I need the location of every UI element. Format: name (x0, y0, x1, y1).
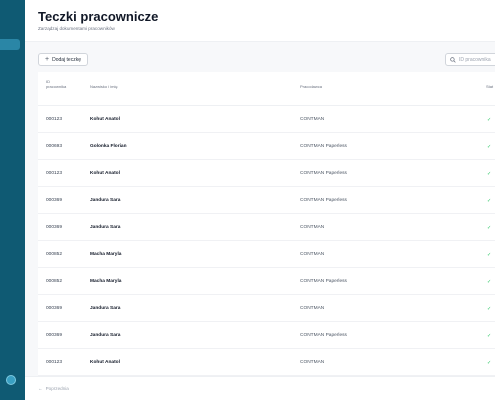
sidebar-toggle-handle[interactable] (6, 375, 16, 385)
employee-name-cell: Kohut Anatol (90, 171, 120, 176)
status-check-icon: ✓ (487, 170, 492, 177)
page-title: Teczki pracownicze (38, 9, 159, 24)
page-subtitle: Zarządzaj dokumentami pracowników (38, 26, 115, 31)
table-row[interactable]: 000369 Jandura Sara CONTMAN ✓ (38, 295, 495, 322)
employee-id-cell: 000123 (46, 360, 63, 365)
employer-cell: CONTMAN Paperless (300, 198, 347, 203)
employer-cell: CONTMAN (300, 252, 325, 257)
table-row[interactable]: 000693 Golonka Florian CONTMAN Paperless ✓ (38, 133, 495, 160)
main-panel: Teczki pracownicze Zarządzaj dokumentami… (25, 0, 495, 400)
table-row[interactable]: 000369 Jandura Sara CONTMAN Paperless ✓ (38, 187, 495, 214)
employer-cell: CONTMAN Paperless (300, 279, 347, 284)
table-row[interactable]: 000852 Macha Maryla CONTMAN Paperless ✓ (38, 268, 495, 295)
sidebar-item-active[interactable] (0, 39, 20, 50)
employee-id-cell: 000369 (46, 225, 63, 230)
employee-name-cell: Jandura Sara (90, 306, 121, 311)
page-header: Teczki pracownicze Zarządzaj dokumentami… (25, 0, 495, 42)
arrow-left-icon: ← (38, 386, 43, 391)
employer-cell: CONTMAN (300, 225, 325, 230)
employee-id-cell: 000369 (46, 198, 63, 203)
employee-id-cell: 000369 (46, 333, 63, 338)
employee-name-cell: Macha Maryla (90, 252, 122, 257)
add-folder-button[interactable]: + Dodaj teczkę (38, 53, 88, 66)
column-header-status[interactable]: Stat (486, 84, 493, 89)
search-input[interactable] (459, 56, 495, 63)
employee-name-cell: Macha Maryla (90, 279, 122, 284)
employee-name-cell: Jandura Sara (90, 333, 121, 338)
status-check-icon: ✓ (487, 305, 492, 312)
employer-cell: CONTMAN Paperless (300, 333, 347, 338)
status-check-icon: ✓ (487, 332, 492, 339)
pagination: ← Poprzednia (25, 376, 495, 400)
content-area: + Dodaj teczkę ID pracownika Nazwisko i … (25, 42, 495, 376)
table-row[interactable]: 000369 Jandura Sara CONTMAN Paperless ✓ (38, 322, 495, 349)
employee-id-cell: 000693 (46, 144, 63, 149)
column-header-name[interactable]: Nazwisko i imię (90, 84, 118, 89)
table-header: ID pracownika Nazwisko i imię Pracodawca… (38, 72, 495, 106)
sidebar (0, 0, 25, 400)
employer-cell: CONTMAN Paperless (300, 144, 347, 149)
employee-id-cell: 000852 (46, 252, 63, 257)
previous-page-button[interactable]: ← Poprzednia (38, 386, 69, 391)
employee-id-cell: 000123 (46, 117, 63, 122)
employee-id-cell: 000369 (46, 306, 63, 311)
column-header-employer[interactable]: Pracodawca (300, 84, 322, 89)
employee-name-cell: Jandura Sara (90, 225, 121, 230)
status-check-icon: ✓ (487, 251, 492, 258)
employer-cell: CONTMAN (300, 360, 325, 365)
employee-name-cell: Kohut Anatol (90, 117, 120, 122)
column-header-id-line2: pracownika (46, 84, 67, 89)
status-check-icon: ✓ (487, 278, 492, 285)
table-row[interactable]: 000123 Kohut Anatol CONTMAN Paperless ✓ (38, 160, 495, 187)
employee-name-cell: Golonka Florian (90, 144, 127, 149)
employer-cell: CONTMAN (300, 117, 325, 122)
add-folder-label: Dodaj teczkę (52, 56, 81, 63)
search-icon (450, 56, 456, 63)
table-row[interactable]: 000123 Kohut Anatol CONTMAN ✓ (38, 106, 495, 133)
table-row[interactable]: 000852 Macha Maryla CONTMAN ✓ (38, 241, 495, 268)
employee-id-cell: 000852 (46, 279, 63, 284)
status-check-icon: ✓ (487, 224, 492, 231)
status-check-icon: ✓ (487, 143, 492, 150)
employee-folders-table: ID pracownika Nazwisko i imię Pracodawca… (38, 72, 495, 376)
employee-id-cell: 000123 (46, 171, 63, 176)
employee-name-cell: Jandura Sara (90, 198, 121, 203)
table-body: 000123 Kohut Anatol CONTMAN ✓ 000693 Golonka … (38, 106, 495, 376)
status-check-icon: ✓ (487, 116, 492, 123)
status-check-icon: ✓ (487, 359, 492, 366)
status-check-icon: ✓ (487, 197, 492, 204)
search-box[interactable] (445, 53, 495, 66)
employer-cell: CONTMAN (300, 306, 325, 311)
column-header-id[interactable]: ID pracownika (46, 79, 66, 89)
employee-name-cell: Kohut Anatol (90, 360, 120, 365)
table-row[interactable]: 000123 Kohut Anatol CONTMAN ✓ (38, 349, 495, 376)
table-row[interactable]: 000369 Jandura Sara CONTMAN ✓ (38, 214, 495, 241)
previous-page-label: Poprzednia (45, 386, 69, 391)
plus-icon: + (45, 56, 50, 63)
employer-cell: CONTMAN Paperless (300, 171, 347, 176)
